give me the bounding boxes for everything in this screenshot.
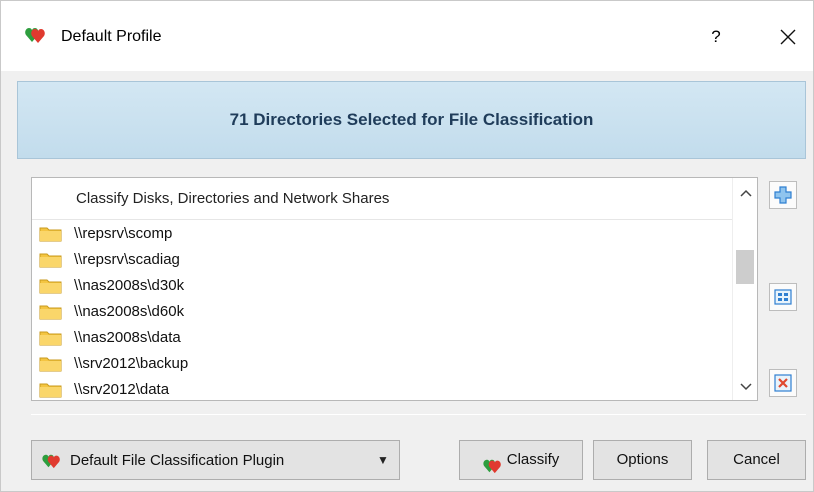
list-item-label: \\nas2008s\d60k — [74, 302, 185, 320]
help-button[interactable]: ? — [701, 21, 731, 53]
list-item-label: \\srv2012\backup — [74, 354, 189, 372]
list-item-label: \\srv2012\data — [74, 380, 170, 398]
cancel-button[interactable]: Cancel — [707, 440, 806, 480]
folder-icon — [39, 331, 62, 345]
list-item-label: \\repsrv\scadiag — [74, 250, 180, 268]
edit-list-button[interactable] — [769, 283, 797, 311]
list-rows: \\repsrv\scomp \\repsrv\scadiag \\nas200… — [32, 220, 732, 400]
scroll-down-button[interactable] — [733, 376, 757, 398]
window-title: Default Profile — [61, 28, 162, 45]
chevron-down-icon — [739, 383, 752, 391]
folder-icon — [39, 279, 62, 293]
list-header-label: Classify Disks, Directories and Network … — [76, 190, 390, 207]
title-bar: Default Profile ? — [1, 1, 813, 71]
profile-hearts-icon — [483, 451, 503, 473]
help-icon: ? — [711, 27, 721, 46]
list-item-label: \\nas2008s\data — [74, 328, 181, 346]
folder-icon — [39, 227, 62, 241]
list-header: Classify Disks, Directories and Network … — [32, 178, 732, 220]
list-item[interactable]: \\nas2008s\d30k — [32, 272, 732, 298]
scroll-up-button[interactable] — [733, 182, 757, 204]
cancel-button-label: Cancel — [733, 451, 780, 468]
scroll-thumb[interactable] — [736, 250, 754, 284]
close-button[interactable] — [771, 21, 805, 53]
folder-icon — [39, 305, 62, 319]
add-directory-button[interactable] — [769, 181, 797, 209]
profile-hearts-icon — [42, 453, 62, 469]
add-directory-icon — [774, 186, 792, 204]
list-item[interactable]: \\repsrv\scadiag — [32, 246, 732, 272]
folder-icon — [39, 383, 62, 397]
folder-icon — [39, 357, 62, 371]
plugin-dropdown[interactable]: Default File Classification Plugin ▼ — [31, 440, 400, 480]
profile-hearts-icon — [25, 26, 47, 44]
classify-button-label: Classify — [506, 451, 560, 468]
list-item-label: \\repsrv\scomp — [74, 224, 173, 242]
list-item-label: \\nas2008s\d30k — [74, 276, 185, 294]
list-item[interactable]: \\srv2012\backup — [32, 350, 732, 376]
footer-separator — [31, 414, 806, 415]
list-item[interactable]: \\srv2012\data — [32, 376, 732, 400]
edit-list-icon — [774, 289, 792, 305]
list-item[interactable]: \\nas2008s\d60k — [32, 298, 732, 324]
selection-banner: 71 Directories Selected for File Classif… — [17, 81, 806, 159]
selection-summary: 71 Directories Selected for File Classif… — [229, 110, 594, 129]
remove-directory-button[interactable] — [769, 369, 797, 397]
close-icon — [780, 29, 796, 45]
dialog-window: Default Profile ? 71 Directories Selecte… — [0, 0, 814, 492]
list-scrollbar[interactable] — [732, 178, 757, 400]
chevron-up-icon — [739, 189, 752, 197]
list-item[interactable]: \\repsrv\scomp — [32, 220, 732, 246]
options-button-label: Options — [616, 451, 669, 468]
folder-icon — [39, 253, 62, 267]
directory-list[interactable]: Classify Disks, Directories and Network … — [31, 177, 758, 401]
remove-directory-icon — [774, 374, 792, 392]
list-item[interactable]: \\nas2008s\data — [32, 324, 732, 350]
dropdown-arrow-icon: ▼ — [377, 453, 389, 467]
classify-button[interactable]: Classify — [459, 440, 583, 480]
options-button[interactable]: Options — [593, 440, 692, 480]
plugin-selected-value: Default File Classification Plugin — [70, 452, 285, 469]
